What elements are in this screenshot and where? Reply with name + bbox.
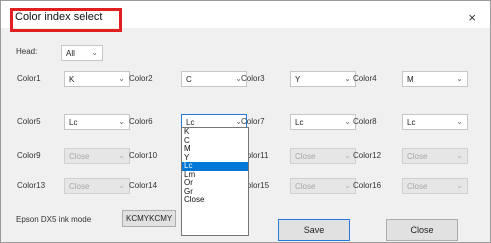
color16-select[interactable]: Close ⌄ [402,178,468,194]
title-highlight-box [10,8,122,32]
chevron-down-icon: ⌄ [344,151,351,160]
color8-value: Lc [407,118,416,127]
close-icon[interactable]: × [468,11,476,24]
head-select-value: All [66,49,75,58]
chevron-down-icon: ⌄ [91,48,98,57]
chevron-down-icon: ⌄ [118,117,125,126]
chevron-down-icon: ⌄ [456,74,463,83]
color9-value: Close [69,152,90,161]
color15-select[interactable]: Close ⌄ [290,178,356,194]
color3-value: Y [295,75,301,84]
color4-select[interactable]: M ⌄ [402,71,468,87]
color6-dropdown-list[interactable]: K C M Y Lc Lm Or Gr Close [181,127,249,236]
color2-value: C [186,75,192,84]
color14-label: Color14 [129,181,158,190]
color3-label: Color3 [241,74,265,83]
color4-value: M [407,75,414,84]
dropdown-option[interactable]: M [182,144,248,154]
chevron-down-icon: ⌄ [456,151,463,160]
color5-value: Lc [69,118,78,127]
color16-label: Color16 [353,181,382,190]
color13-select[interactable]: Close ⌄ [64,178,130,194]
color2-label: Color2 [129,74,153,83]
color10-label: Color10 [129,151,158,160]
color11-value: Close [295,152,316,161]
head-label: Head: [16,47,38,56]
ink-mode-label: Epson DX5 ink mode [16,215,92,224]
chevron-down-icon: ⌄ [118,74,125,83]
color13-label: Color13 [17,181,46,190]
color2-select[interactable]: C ⌄ [181,71,247,87]
color12-value: Close [407,152,428,161]
color12-select[interactable]: Close ⌄ [402,148,468,164]
chevron-down-icon: ⌄ [344,117,351,126]
chevron-down-icon: ⌄ [344,74,351,83]
color9-select[interactable]: Close ⌄ [64,148,130,164]
color-index-dialog: Color index select × Head: All ⌄ Color1 K… [0,0,491,243]
color7-value: Lc [295,118,304,127]
color16-value: Close [407,182,428,191]
color12-label: Color12 [353,151,382,160]
chevron-down-icon: ⌄ [118,181,125,190]
chevron-down-icon: ⌄ [118,151,125,160]
chevron-down-icon: ⌄ [456,117,463,126]
color6-label: Color6 [129,117,153,126]
color13-value: Close [69,182,90,191]
dropdown-option[interactable]: K [182,127,248,137]
chevron-down-icon: ⌄ [344,181,351,190]
dropdown-option[interactable]: Close [182,195,248,205]
color5-label: Color5 [17,117,41,126]
color8-select[interactable]: Lc ⌄ [402,114,468,130]
color7-label: Color7 [241,117,265,126]
color1-label: Color1 [17,74,41,83]
color7-select[interactable]: Lc ⌄ [290,114,356,130]
color11-select[interactable]: Close ⌄ [290,148,356,164]
dropdown-option[interactable]: C [182,136,248,146]
chevron-down-icon: ⌄ [456,181,463,190]
save-button[interactable]: Save [278,219,350,241]
color15-value: Close [295,182,316,191]
color3-select[interactable]: Y ⌄ [290,71,356,87]
color5-select[interactable]: Lc ⌄ [64,114,130,130]
close-button[interactable]: Close [386,219,458,241]
color4-label: Color4 [353,74,377,83]
color9-label: Color9 [17,151,41,160]
color6-value: Lc [186,118,195,127]
color1-select[interactable]: K ⌄ [64,71,130,87]
color1-value: K [69,75,75,84]
ink-mode-value: KCMYKCMY [126,214,173,223]
head-select[interactable]: All ⌄ [61,45,103,61]
ink-mode-field[interactable]: KCMYKCMY [122,210,176,227]
color8-label: Color8 [353,117,377,126]
